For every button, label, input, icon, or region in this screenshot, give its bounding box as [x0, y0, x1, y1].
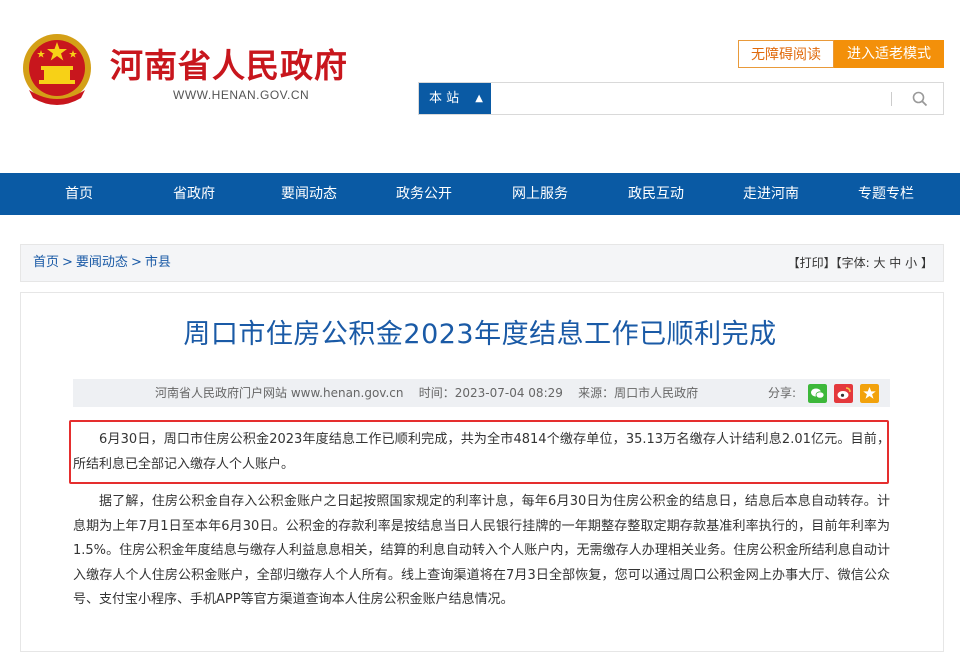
nav-government-affairs[interactable]: 政务公开	[374, 173, 474, 215]
elder-mode-button[interactable]: 进入适老模式	[834, 40, 944, 68]
search-icon[interactable]	[911, 90, 929, 108]
search-input[interactable]	[493, 83, 891, 114]
search-scope-select[interactable]: 本 站 ▲	[419, 83, 491, 114]
share-label: 分享:	[768, 386, 797, 400]
nav-public-interaction[interactable]: 政民互动	[606, 173, 706, 215]
breadcrumb: 首页 > 要闻动态 > 市县	[33, 245, 171, 281]
accessible-reading-button[interactable]: 无障碍阅读	[738, 40, 834, 68]
breadcrumb-news[interactable]: 要闻动态	[76, 255, 128, 270]
nav-online-services[interactable]: 网上服务	[490, 173, 590, 215]
breadcrumb-separator: >	[130, 255, 142, 270]
nav-provincial-government[interactable]: 省政府	[144, 173, 244, 215]
article-meta: 河南省人民政府门户网站 www.henan.gov.cn 时间：2023-07-…	[155, 386, 699, 400]
national-emblem-icon[interactable]	[21, 32, 93, 106]
search-scope-label: 本 站	[429, 91, 460, 106]
main-nav: 首页 省政府 要闻动态 政务公开 网上服务 政民互动 走进河南 专题专栏	[0, 173, 960, 215]
site-header: 河南省人民政府 WWW.HENAN.GOV.CN 无障碍阅读 进入适老模式 本 …	[0, 0, 960, 172]
wechat-share-icon[interactable]	[808, 384, 827, 403]
article-paragraph: 据了解，住房公积金自存入公积金账户之日起按照国家规定的利率计息，每年6月30日为…	[73, 494, 890, 607]
article-title: 周口市住房公积金2023年度结息工作已顺利完成	[183, 319, 777, 350]
font-medium-link[interactable]: 中	[889, 256, 901, 270]
breadcrumb-city-county[interactable]: 市县	[145, 255, 171, 270]
breadcrumb-home[interactable]: 首页	[33, 255, 59, 270]
favorite-star-icon[interactable]	[860, 384, 879, 403]
font-small-link[interactable]: 小	[905, 256, 917, 270]
font-size-label: 【字体:	[835, 256, 870, 270]
article-tools: 【打印】【字体: 大 中 小 】	[788, 245, 933, 281]
site-title[interactable]: 河南省人民政府	[110, 39, 348, 87]
breadcrumb-separator: >	[62, 255, 73, 270]
nav-home[interactable]: 首页	[29, 173, 129, 215]
font-large-link[interactable]: 大	[873, 256, 885, 270]
nav-about-henan[interactable]: 走进河南	[721, 173, 821, 215]
article-meta-bar: 河南省人民政府门户网站 www.henan.gov.cn 时间：2023-07-…	[73, 379, 890, 407]
nav-news[interactable]: 要闻动态	[259, 173, 359, 215]
updown-arrow-icon: ▲	[475, 93, 483, 104]
breadcrumb-bar: 首页 > 要闻动态 > 市县 【打印】【字体: 大 中 小 】	[20, 244, 944, 282]
search-divider	[891, 92, 892, 106]
site-url: WWW.HENAN.GOV.CN	[173, 88, 310, 102]
font-size-close: 】	[920, 256, 933, 270]
print-link[interactable]: 【打印】	[788, 256, 836, 270]
weibo-share-icon[interactable]	[834, 384, 853, 403]
search-box: 本 站 ▲	[418, 82, 944, 115]
nav-special-topics[interactable]: 专题专栏	[836, 173, 936, 215]
highlight-box	[69, 420, 889, 484]
